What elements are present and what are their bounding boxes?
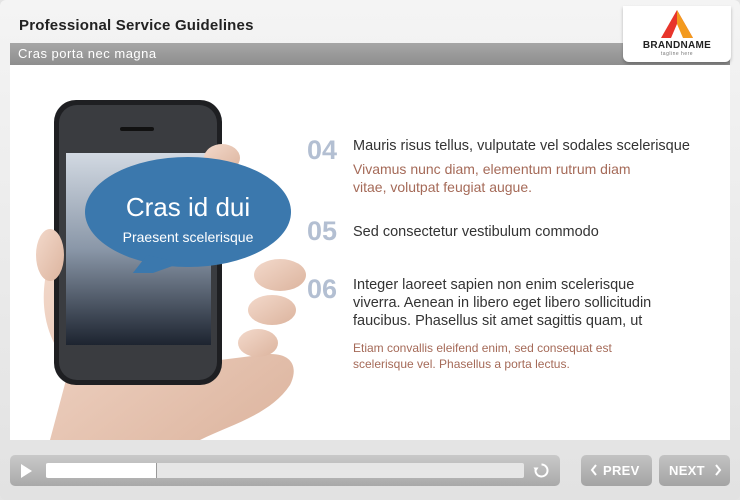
item-heading-line: faucibus. Phasellus sit amet sagittis qu…	[353, 313, 643, 329]
item-accent-line: vitae, volutpat feugiat augue.	[353, 179, 533, 195]
chevron-left-icon	[590, 464, 597, 476]
progress-track[interactable]	[46, 463, 524, 478]
play-icon[interactable]	[21, 464, 32, 478]
course-title: Professional Service Guidelines	[19, 17, 254, 34]
prev-button[interactable]: PREV	[581, 455, 652, 486]
replay-icon[interactable]	[533, 462, 550, 479]
chevron-right-icon	[715, 464, 722, 476]
playback-bar	[10, 455, 560, 486]
item-number: 04	[307, 135, 338, 165]
slide-content: Cras id dui Praesent scelerisque 04 Maur…	[10, 65, 730, 440]
item-heading: Mauris risus tellus, vulputate vel sodal…	[353, 138, 690, 154]
speech-bubble: Cras id dui Praesent scelerisque	[85, 157, 291, 273]
item-note-line: scelerisque vel. Phasellus a porta lectu…	[353, 357, 570, 371]
triangle-logo-icon	[661, 10, 693, 38]
progress-fill	[46, 463, 156, 478]
brand-logo: BRANDNAME tagline here	[623, 6, 731, 62]
slide-title-bar: Cras porta nec magna	[10, 43, 730, 65]
prev-label: PREV	[603, 463, 640, 478]
next-label: NEXT	[669, 463, 705, 478]
slide-title: Cras porta nec magna	[18, 46, 157, 61]
brand-name: BRANDNAME	[642, 40, 712, 51]
item-number: 05	[307, 216, 338, 246]
item-heading-line: viverra. Aenean in libero eget libero so…	[353, 295, 652, 311]
next-button[interactable]: NEXT	[659, 455, 730, 486]
item-heading: Sed consectetur vestibulum commodo	[353, 224, 599, 240]
item-heading-line: Integer laoreet sapien non enim sceleris…	[353, 277, 635, 293]
item-note-line: Etiam convallis eleifend enim, sed conse…	[353, 341, 612, 355]
item-accent-line: Vivamus nunc diam, elementum rutrum diam	[353, 161, 631, 177]
item-number: 06	[307, 274, 338, 304]
bubble-title: Cras id dui	[125, 192, 251, 222]
brand-tagline: tagline here	[660, 51, 694, 57]
bubble-subtitle: Praesent scelerisque	[122, 229, 254, 245]
